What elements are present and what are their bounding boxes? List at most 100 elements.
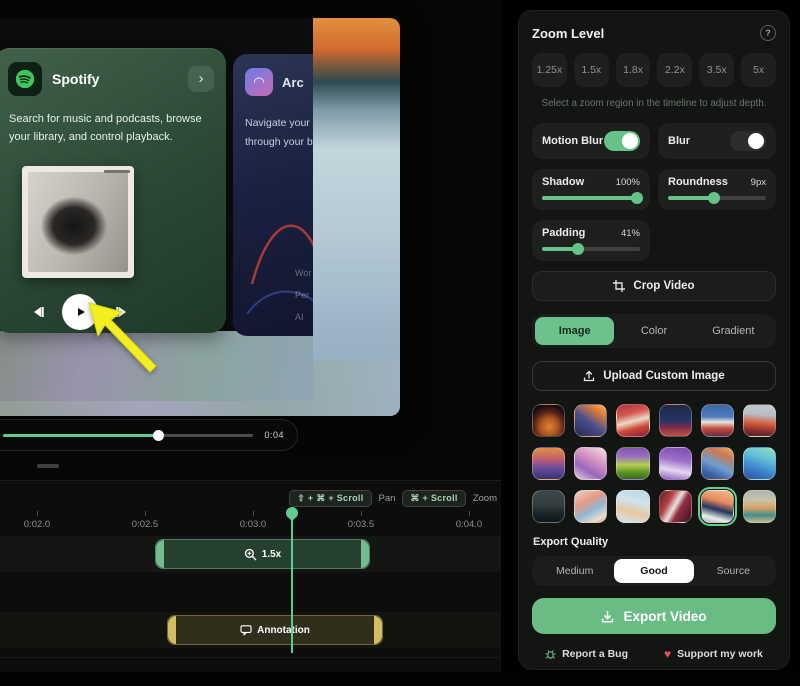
wallpaper-thumbnail[interactable] bbox=[532, 490, 565, 523]
padding-value: 41% bbox=[621, 228, 640, 239]
arc-sidebar-item: Wor bbox=[295, 268, 311, 278]
help-icon[interactable]: ? bbox=[760, 25, 776, 41]
wallpaper-thumbnail[interactable] bbox=[659, 404, 692, 437]
support-link[interactable]: ♥ Support my work bbox=[664, 647, 763, 661]
help-glyph: ? bbox=[765, 28, 771, 38]
zoom-option-1-25x[interactable]: 1.25x bbox=[532, 53, 567, 87]
spotify-card-description: Search for music and podcasts, browse yo… bbox=[9, 110, 216, 146]
playhead-handle[interactable] bbox=[286, 507, 298, 519]
wallpaper-thumbnail[interactable] bbox=[616, 447, 649, 480]
zoom-option-1-5x[interactable]: 1.5x bbox=[574, 53, 609, 87]
playhead-line[interactable] bbox=[291, 513, 293, 653]
tab-image[interactable]: Image bbox=[535, 317, 614, 345]
spotify-card-header: Spotify › bbox=[8, 62, 214, 96]
report-bug-link[interactable]: Report a Bug bbox=[545, 648, 628, 660]
arc-icon: ◠ bbox=[245, 68, 273, 96]
arc-card-header: ◠ Arc bbox=[245, 68, 304, 96]
ruler-tick bbox=[361, 511, 362, 516]
previous-track-icon[interactable] bbox=[30, 305, 46, 319]
arc-sidebar-item: Per bbox=[295, 290, 311, 300]
timeline-ruler[interactable]: 0:02.0 0:02.5 0:03.0 0:03.5 0:04.0 bbox=[0, 511, 501, 535]
roundness-slider[interactable] bbox=[668, 196, 766, 200]
shadow-value: 100% bbox=[616, 177, 640, 188]
zoom-option-2-2x[interactable]: 2.2x bbox=[657, 53, 692, 87]
wallpaper-thumbnail[interactable] bbox=[743, 447, 776, 480]
arc-logo-glyph: ◠ bbox=[253, 74, 264, 90]
wallpaper-thumbnail[interactable] bbox=[701, 447, 734, 480]
wallpaper-thumbnail[interactable] bbox=[532, 404, 565, 437]
shadow-slider[interactable] bbox=[542, 196, 640, 200]
wallpaper-thumbnail[interactable] bbox=[743, 490, 776, 523]
blur-label: Blur bbox=[668, 135, 690, 147]
ruler-label: 0:03.5 bbox=[331, 519, 391, 530]
padding-label: Padding bbox=[542, 227, 585, 239]
album-photo bbox=[28, 172, 128, 272]
motion-blur-toggle[interactable] bbox=[604, 131, 640, 151]
zoom-option-5x[interactable]: 5x bbox=[741, 53, 776, 87]
ruler-label: 0:04.0 bbox=[439, 519, 499, 530]
blur-toggle[interactable] bbox=[730, 131, 766, 151]
annotation-track: Annotation bbox=[0, 612, 501, 648]
padding-slider[interactable] bbox=[542, 247, 640, 251]
video-preview-canvas[interactable]: Spotify › Search for music and podcasts,… bbox=[0, 0, 501, 480]
arrow-annotation[interactable] bbox=[84, 298, 168, 390]
panel-resize-handle[interactable] bbox=[37, 464, 59, 468]
zoom-option-3-5x[interactable]: 3.5x bbox=[699, 53, 734, 87]
slider-knob[interactable] bbox=[631, 192, 643, 204]
crop-video-button[interactable]: Crop Video bbox=[532, 271, 776, 301]
wallpaper-thumbnail[interactable] bbox=[616, 404, 649, 437]
chevron-right-button[interactable]: › bbox=[188, 66, 214, 92]
wallpaper-thumbnail[interactable] bbox=[574, 490, 607, 523]
zoom-segment[interactable]: 1.5x bbox=[155, 539, 370, 569]
progress-track[interactable] bbox=[3, 434, 253, 437]
ruler-label: 0:02.5 bbox=[115, 519, 175, 530]
tab-color[interactable]: Color bbox=[614, 317, 693, 345]
tab-gradient[interactable]: Gradient bbox=[694, 317, 773, 345]
background-tabs: Image Color Gradient bbox=[532, 314, 776, 348]
slider-knob[interactable] bbox=[572, 243, 584, 255]
timeline-hints: ⇧ + ⌘ + Scroll Pan ⌘ + Scroll Zoom bbox=[289, 490, 497, 507]
wallpaper-thumbnail[interactable] bbox=[701, 404, 734, 437]
roundness-label: Roundness bbox=[668, 176, 728, 188]
wallpaper-thumbnail[interactable] bbox=[616, 490, 649, 523]
annotation-segment[interactable]: Annotation bbox=[167, 615, 383, 645]
crop-video-label: Crop Video bbox=[633, 280, 694, 292]
zoom-segment-label: 1.5x bbox=[262, 549, 281, 560]
app-window: Spotify › Search for music and podcasts,… bbox=[0, 0, 800, 686]
bottom-bar bbox=[0, 672, 800, 686]
speech-bubble-icon bbox=[240, 624, 252, 636]
panel-footer: Report a Bug ♥ Support my work bbox=[532, 647, 776, 661]
quality-good[interactable]: Good bbox=[614, 559, 693, 583]
arc-card-description: Navigate your open tabs through your bro… bbox=[245, 114, 313, 152]
export-video-button[interactable]: Export Video bbox=[532, 598, 776, 634]
slider-knob[interactable] bbox=[708, 192, 720, 204]
zoom-level-options: 1.25x 1.5x 1.8x 2.2x 3.5x 5x bbox=[532, 53, 776, 87]
wallpaper-thumbnail[interactable] bbox=[659, 490, 692, 523]
zoom-hint-label: Zoom bbox=[473, 493, 497, 504]
toggle-knob bbox=[622, 133, 638, 149]
arc-sidebar-item: AI bbox=[295, 312, 311, 322]
progress-handle[interactable] bbox=[153, 430, 164, 441]
shadow-label: Shadow bbox=[542, 176, 584, 188]
wallpaper-thumbnail[interactable] bbox=[574, 404, 607, 437]
quality-medium[interactable]: Medium bbox=[535, 559, 614, 583]
report-bug-label: Report a Bug bbox=[562, 648, 628, 660]
timeline: ⇧ + ⌘ + Scroll Pan ⌘ + Scroll Zoom 0:02.… bbox=[0, 480, 501, 672]
ruler-tick bbox=[469, 511, 470, 516]
upload-icon bbox=[583, 370, 595, 382]
zoom-level-caption: Select a zoom region in the timeline to … bbox=[534, 98, 774, 109]
wallpaper-thumbnail[interactable] bbox=[743, 404, 776, 437]
zoom-option-1-8x[interactable]: 1.8x bbox=[616, 53, 651, 87]
wallpaper-thumbnail[interactable] bbox=[532, 447, 565, 480]
arc-description-line1: Navigate your open tabs bbox=[245, 114, 313, 133]
upload-custom-image-label: Upload Custom Image bbox=[603, 370, 724, 382]
export-quality-label: Export Quality bbox=[533, 536, 775, 548]
quality-source[interactable]: Source bbox=[694, 559, 773, 583]
upload-custom-image-button[interactable]: Upload Custom Image bbox=[532, 361, 776, 391]
wallpaper-thumbnail[interactable] bbox=[659, 447, 692, 480]
wallpaper-thumbnail-selected[interactable] bbox=[701, 490, 734, 523]
bug-icon bbox=[545, 649, 556, 660]
shadow-slider-card: Shadow 100% bbox=[532, 169, 650, 210]
wallpaper-thumbnail[interactable] bbox=[574, 447, 607, 480]
support-label: Support my work bbox=[677, 648, 763, 660]
